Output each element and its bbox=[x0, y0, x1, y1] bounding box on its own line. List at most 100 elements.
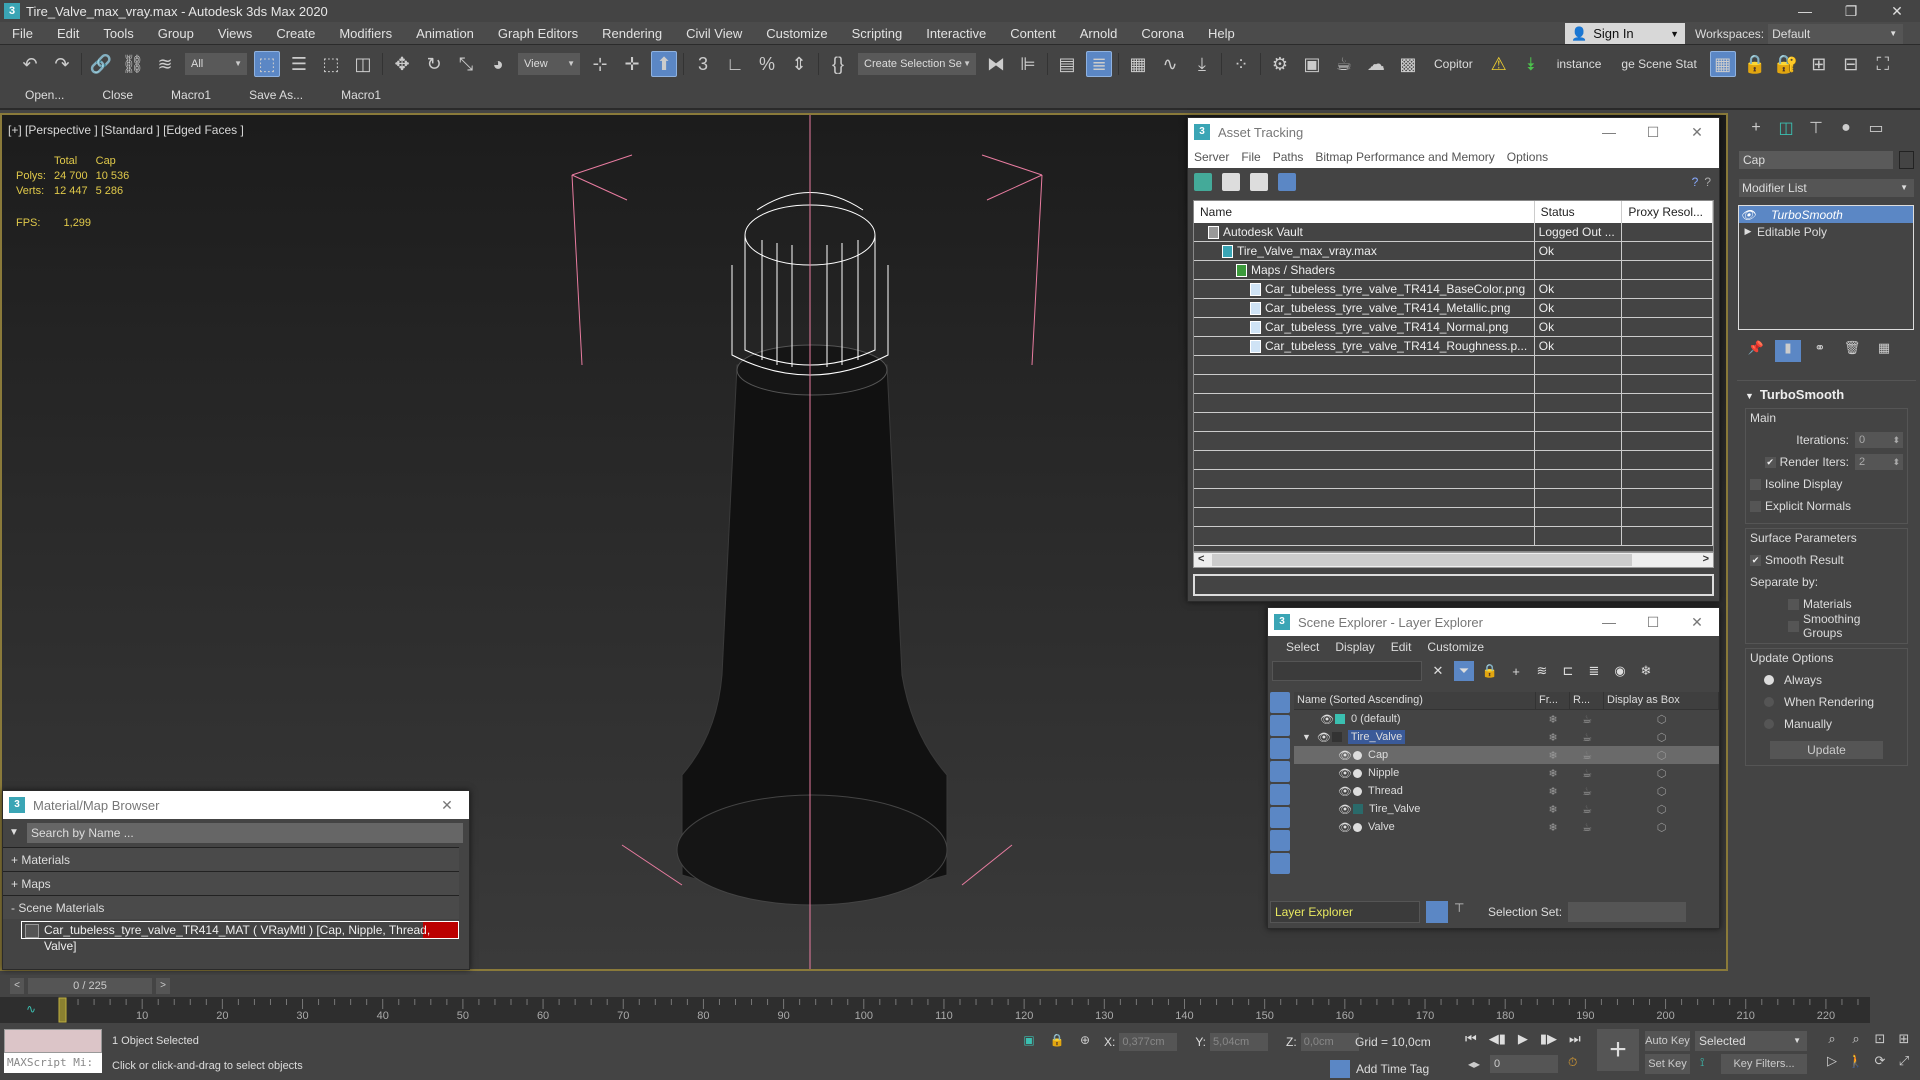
layer-tree-row[interactable]: 👁 Nipple ❄ ☕ ⬡ bbox=[1294, 764, 1719, 782]
menu-options[interactable]: Options bbox=[1501, 150, 1554, 164]
move-icon[interactable]: ✥ bbox=[389, 51, 415, 77]
material-editor-icon[interactable]: ⁘ bbox=[1228, 51, 1254, 77]
asset-row[interactable]: Maps / Shaders bbox=[1194, 261, 1713, 280]
spinner-snap-icon[interactable]: ⇕ bbox=[786, 51, 812, 77]
layer-tree-row[interactable]: 👁 Thread ❄ ☕ ⬡ bbox=[1294, 782, 1719, 800]
menu-graph-editors[interactable]: Graph Editors bbox=[486, 22, 590, 45]
pin-stack-icon[interactable]: 📌 bbox=[1743, 340, 1769, 362]
current-frame-field[interactable]: 0 bbox=[1490, 1055, 1558, 1073]
menu-file[interactable]: File bbox=[1235, 150, 1266, 164]
menu-content[interactable]: Content bbox=[998, 22, 1068, 45]
manually-radio[interactable] bbox=[1764, 719, 1774, 729]
angle-snap-icon[interactable]: ∟ bbox=[722, 51, 748, 77]
stack-item-editable-poly[interactable]: ▶ Editable Poly bbox=[1739, 223, 1913, 240]
viewport-layout-icon[interactable]: ▦ bbox=[1709, 51, 1736, 77]
make-unique-icon[interactable]: ⚭ bbox=[1807, 340, 1833, 362]
macro1-button[interactable]: Macro1 bbox=[156, 88, 226, 102]
minimize-button[interactable]: — bbox=[1782, 0, 1828, 22]
find-field[interactable] bbox=[1272, 661, 1422, 681]
menu-corona[interactable]: Corona bbox=[1129, 22, 1196, 45]
display-as-box-icon[interactable]: ⬡ bbox=[1604, 785, 1719, 798]
bind-space-warp-icon[interactable]: ≋ bbox=[152, 51, 178, 77]
select-manipulate-icon[interactable]: ✛ bbox=[619, 51, 645, 77]
asset-row[interactable]: Car_tubeless_tyre_valve_TR414_Normal.png… bbox=[1194, 318, 1713, 337]
key-mode-toggle-icon[interactable]: ◂▸ bbox=[1468, 1057, 1480, 1071]
renderable-icon[interactable]: ☕ bbox=[1570, 749, 1604, 762]
selection-filter-select[interactable]: All bbox=[185, 53, 247, 75]
y-coordinate-field[interactable]: 5,04cm bbox=[1210, 1033, 1269, 1051]
manage-scene-states-button[interactable]: ge Scene Stat bbox=[1621, 57, 1696, 71]
category-scene-materials[interactable]: - Scene Materials bbox=[3, 895, 459, 919]
rollout-title[interactable]: ▼ TurboSmooth bbox=[1737, 381, 1916, 404]
render-cloud-icon[interactable]: ☁ bbox=[1363, 51, 1389, 77]
menu-customize[interactable]: Customize bbox=[1419, 640, 1492, 654]
minimize-button[interactable]: — bbox=[1587, 124, 1631, 141]
close-button[interactable]: ✕ bbox=[425, 797, 469, 814]
snaps-toggle-icon[interactable]: 3 bbox=[690, 51, 716, 77]
visibility-eye-icon[interactable]: 👁 bbox=[1338, 767, 1352, 780]
material-browser-titlebar[interactable]: 3 Material/Map Browser ✕ bbox=[3, 791, 469, 819]
z-coordinate-field[interactable]: 0,0cm bbox=[1300, 1033, 1359, 1051]
modifier-list-select[interactable]: Modifier List bbox=[1739, 179, 1914, 197]
menu-help[interactable]: Help bbox=[1196, 22, 1247, 45]
object-color-swatch[interactable] bbox=[1898, 151, 1914, 169]
chevrons-down-icon[interactable]: ⯯ bbox=[1518, 51, 1544, 77]
sort-by-layer-icon[interactable] bbox=[1426, 901, 1448, 923]
layer-tree-row[interactable]: 👁 Tire_Valve ❄ ☕ ⬡ bbox=[1294, 800, 1719, 818]
next-frame-icon[interactable]: ▮▶ bbox=[1540, 1031, 1557, 1047]
explorer-mode-select[interactable]: Layer Explorer bbox=[1270, 901, 1420, 923]
column-status[interactable]: Status bbox=[1535, 201, 1623, 223]
edit-named-selection-icon[interactable]: {} bbox=[825, 51, 851, 77]
menu-interactive[interactable]: Interactive bbox=[914, 22, 998, 45]
mirror-icon[interactable]: ⧓ bbox=[983, 51, 1009, 77]
sort-by-hierarchy-icon[interactable]: ⊤ bbox=[1454, 901, 1476, 923]
expand-arrow-icon[interactable]: ▼ bbox=[1302, 732, 1311, 742]
renderable-icon[interactable]: ☕ bbox=[1570, 731, 1604, 744]
materials-checkbox[interactable] bbox=[1788, 598, 1799, 610]
minimize-button[interactable]: — bbox=[1587, 614, 1631, 631]
select-layer-icon[interactable]: ◉ bbox=[1610, 661, 1630, 681]
link-icon[interactable]: 🔗 bbox=[88, 51, 114, 77]
maximize-toggle-icon[interactable]: ⤢ bbox=[1892, 1053, 1916, 1075]
menu-animation[interactable]: Animation bbox=[404, 22, 486, 45]
window-crossing-icon[interactable]: ◫ bbox=[350, 51, 376, 77]
xrefs-filter-icon[interactable] bbox=[1270, 853, 1290, 874]
scene-explorer-titlebar[interactable]: 3 Scene Explorer - Layer Explorer — ☐ ✕ bbox=[1268, 608, 1719, 636]
close-button[interactable]: ✕ bbox=[1874, 0, 1920, 22]
column-proxy-resolution[interactable]: Proxy Resol... bbox=[1622, 201, 1713, 223]
create-layer-icon[interactable]: + bbox=[1506, 661, 1526, 681]
scroll-right-icon[interactable]: > bbox=[1703, 553, 1709, 565]
menu-rendering[interactable]: Rendering bbox=[590, 22, 674, 45]
create-tab-icon[interactable]: + bbox=[1741, 119, 1771, 137]
schematic-view-icon[interactable]: ⤓ bbox=[1189, 51, 1215, 77]
visibility-eye-icon[interactable]: 👁 bbox=[1338, 803, 1352, 816]
rotate-icon[interactable]: ↻ bbox=[421, 51, 447, 77]
highlight-icon[interactable]: ? bbox=[1704, 175, 1711, 189]
asset-row[interactable]: Car_tubeless_tyre_valve_TR414_Metallic.p… bbox=[1194, 299, 1713, 318]
sign-in-dropdown[interactable]: 👤 Sign In ▼ bbox=[1565, 23, 1685, 44]
go-to-start-icon[interactable]: ⏮ bbox=[1465, 1031, 1477, 1047]
renderable-icon[interactable]: ☕ bbox=[1570, 803, 1604, 816]
search-by-name-field[interactable]: Search by Name ... bbox=[9, 823, 463, 843]
default-tangents-icon[interactable]: ⟟ bbox=[1700, 1055, 1704, 1070]
render-iters-spinner[interactable]: 2 bbox=[1855, 454, 1903, 470]
zoom-icon[interactable]: ⌕ bbox=[1820, 1031, 1844, 1053]
undo-icon[interactable]: ↶ bbox=[17, 51, 43, 77]
freeze-icon[interactable]: ❄ bbox=[1636, 661, 1656, 681]
remove-viewport-icon[interactable]: ⊟ bbox=[1838, 51, 1864, 77]
scroll-left-icon[interactable]: < bbox=[1198, 553, 1204, 565]
display-as-box-icon[interactable]: ⬡ bbox=[1604, 731, 1719, 744]
eye-icon[interactable]: 👁 bbox=[1739, 208, 1757, 222]
menu-tools[interactable]: Tools bbox=[91, 22, 145, 45]
open-button[interactable]: Open... bbox=[10, 88, 79, 102]
refresh-icon[interactable] bbox=[1194, 173, 1212, 191]
add-viewport-icon[interactable]: ⊞ bbox=[1806, 51, 1832, 77]
absolute-mode-icon[interactable]: ⊕ bbox=[1076, 1033, 1094, 1051]
close-button[interactable]: ✕ bbox=[1675, 614, 1719, 631]
menu-create[interactable]: Create bbox=[264, 22, 327, 45]
track-bar[interactable]: 10 20 30 40 50 60 70 80 90 100 110 120 130 140 150 160 1… bbox=[0, 997, 1870, 1023]
auto-key-button[interactable]: Auto Key bbox=[1645, 1031, 1690, 1051]
prev-frame-button[interactable]: < bbox=[10, 978, 24, 994]
walk-through-icon[interactable]: 🚶 bbox=[1844, 1053, 1868, 1075]
maxscript-output[interactable] bbox=[4, 1029, 102, 1053]
